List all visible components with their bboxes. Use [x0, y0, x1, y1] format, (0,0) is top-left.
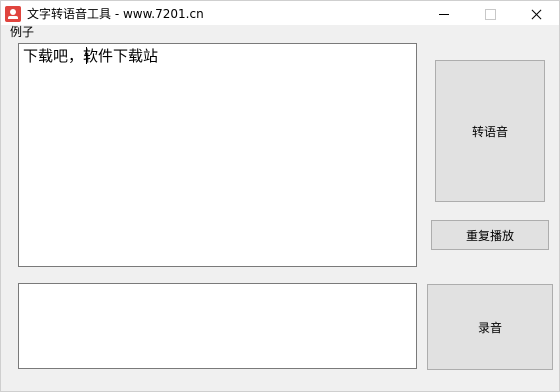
- maximize-button[interactable]: [467, 1, 513, 27]
- title-bar[interactable]: 文字转语音工具 - www.7201.cn: [1, 1, 559, 27]
- record-button[interactable]: 录音: [427, 284, 553, 370]
- app-window: 文字转语音工具 - www.7201.cn 例子 下载吧，软件下载站 转语音 重…: [0, 0, 560, 392]
- text-input-content: 下载吧，软件下载站: [23, 47, 159, 65]
- window-title: 文字转语音工具 - www.7201.cn: [27, 7, 204, 21]
- app-icon: [5, 6, 21, 22]
- text-caret: [86, 47, 87, 64]
- close-button[interactable]: [513, 1, 559, 27]
- text-input-area[interactable]: 下载吧，软件下载站: [18, 43, 417, 267]
- menu-item-examples[interactable]: 例子: [10, 25, 34, 40]
- convert-to-speech-button[interactable]: 转语音: [435, 60, 545, 202]
- minimize-button[interactable]: [421, 1, 467, 27]
- replay-button[interactable]: 重复播放: [431, 220, 549, 250]
- record-text-area[interactable]: [18, 283, 417, 369]
- menu-bar: 例子: [1, 25, 559, 41]
